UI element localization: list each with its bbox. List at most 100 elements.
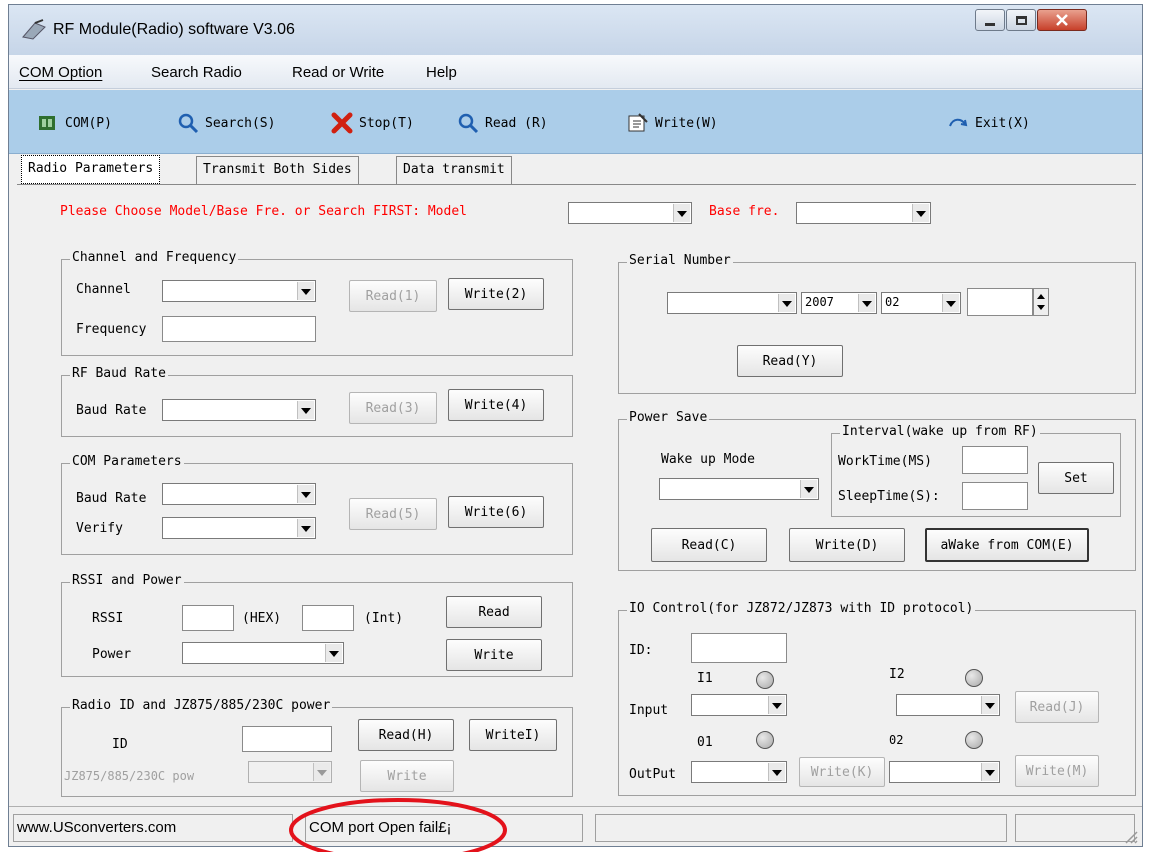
power-select[interactable] (182, 642, 344, 664)
serial-year-value: 2007 (805, 295, 834, 309)
radio-id-input[interactable] (242, 726, 332, 752)
io-read-button[interactable]: Read(J) (1015, 691, 1099, 723)
rf-baud-read-button[interactable]: Read(3) (349, 392, 437, 424)
channel-write-button[interactable]: Write(2) (448, 278, 544, 310)
o1-label: 01 (697, 735, 713, 750)
wake-mode-select[interactable] (659, 478, 819, 500)
minimize-button[interactable] (975, 9, 1005, 31)
tab-radio-parameters[interactable]: Radio Parameters (21, 155, 161, 184)
write-m-button[interactable]: Write(M) (1015, 755, 1099, 787)
tab-data-transmit[interactable]: Data transmit (396, 156, 512, 184)
input-1-select[interactable] (691, 694, 787, 716)
write-k-button[interactable]: Write(K) (799, 757, 885, 787)
rssi-int-input[interactable] (302, 605, 354, 631)
minimize-icon (985, 22, 995, 26)
serial-spinner[interactable] (1033, 288, 1049, 316)
io-id-input[interactable] (691, 633, 787, 663)
i1-label: I1 (697, 671, 713, 686)
com-read-button[interactable]: Read(5) (349, 498, 437, 530)
rf-baud-write-button[interactable]: Write(4) (448, 389, 544, 421)
chevron-down-icon (981, 763, 998, 781)
rf-baud-rate-group: RF Baud Rate Baud Rate Read(3) Write(4) (61, 366, 573, 437)
com-write-button[interactable]: Write(6) (448, 496, 544, 528)
output-2-select[interactable] (889, 761, 1000, 783)
io-control-group: IO Control(for JZ872/JZ873 with ID proto… (618, 601, 1136, 796)
radio-id-label: ID (112, 737, 128, 752)
resize-grip-icon[interactable] (1123, 829, 1139, 845)
rssi-label: RSSI (92, 611, 124, 626)
stop-button[interactable]: Stop(T) (331, 110, 414, 136)
status-pane-4 (1015, 814, 1135, 842)
chevron-down-icon (942, 294, 959, 312)
group-title: Interval(wake up from RF) (840, 424, 1040, 439)
menu-com-option[interactable]: COM Option (19, 64, 102, 81)
radio-id-write-button[interactable]: WriteI) (469, 719, 557, 751)
verify-select[interactable] (162, 517, 316, 539)
exit-button[interactable]: Exit(X) (947, 110, 1030, 136)
worktime-label: WorkTime(MS) (838, 454, 932, 469)
set-button[interactable]: Set (1038, 462, 1114, 494)
power-read-button[interactable]: Read(C) (651, 528, 767, 562)
rssi-read-button[interactable]: Read (446, 596, 542, 628)
power-write-button-2[interactable]: Write(D) (789, 528, 905, 562)
rssi-hex-input[interactable] (182, 605, 234, 631)
rssi-power-group: RSSI and Power RSSI (HEX) (Int) Power Re… (61, 573, 573, 677)
jz-power-write-button[interactable]: Write (360, 760, 454, 792)
rf-baud-select[interactable] (162, 399, 316, 421)
exit-icon (949, 118, 968, 127)
serial-number-group: Serial Number 2007 02 Read(Y) (618, 253, 1136, 394)
com-button[interactable]: COM(P) (37, 110, 112, 136)
frequency-label: Frequency (76, 322, 147, 337)
input-2-select[interactable] (896, 694, 1000, 716)
spin-arrows-icon (1037, 294, 1045, 310)
search-button-label: Search(S) (205, 115, 276, 131)
worktime-input[interactable] (962, 446, 1028, 474)
sleeptime-input[interactable] (962, 482, 1028, 510)
title-bar: RF Module(Radio) software V3.06 (9, 5, 1142, 55)
menu-read-or-write[interactable]: Read or Write (292, 64, 384, 81)
wake-from-com-button[interactable]: aWake from COM(E) (925, 528, 1089, 562)
channel-read-button[interactable]: Read(1) (349, 280, 437, 312)
serial-year-select[interactable]: 2007 (801, 292, 877, 314)
group-title: Power Save (627, 410, 710, 425)
rf-baud-label: Baud Rate (76, 403, 147, 418)
com-button-label: COM(P) (65, 115, 112, 131)
power-write-button[interactable]: Write (446, 639, 542, 671)
radio-id-read-button[interactable]: Read(H) (358, 719, 454, 751)
base-fre-select[interactable] (796, 202, 931, 224)
com-baud-select[interactable] (162, 483, 316, 505)
serial-read-button[interactable]: Read(Y) (737, 345, 843, 377)
o1-indicator (756, 731, 774, 749)
menu-bar: COM Option Search Radio Read or Write He… (9, 55, 1142, 89)
search-button[interactable]: Search(S) (177, 110, 275, 136)
status-pane-3 (595, 814, 1007, 842)
chevron-down-icon (325, 644, 342, 662)
verify-label: Verify (76, 521, 123, 536)
i1-indicator (756, 671, 774, 689)
output-1-select[interactable] (691, 761, 787, 783)
channel-select[interactable] (162, 280, 316, 302)
i2-indicator (965, 669, 983, 687)
window-title: RF Module(Radio) software V3.06 (53, 21, 295, 38)
jz-power-select[interactable] (248, 761, 332, 783)
highlight-ellipse (289, 798, 507, 852)
serial-month-select[interactable]: 02 (881, 292, 961, 314)
model-prompt: Please Choose Model/Base Fre. or Search … (60, 204, 467, 219)
maximize-button[interactable] (1006, 9, 1036, 31)
frequency-input[interactable] (162, 316, 316, 342)
serial-number-input[interactable] (967, 288, 1033, 316)
chevron-down-icon (768, 763, 785, 781)
close-button[interactable] (1037, 9, 1087, 31)
serial-prefix-select[interactable] (667, 292, 797, 314)
chevron-down-icon (981, 696, 998, 714)
model-select[interactable] (568, 202, 692, 224)
read-button[interactable]: Read (R) (457, 110, 548, 136)
sleeptime-label: SleepTime(S): (838, 489, 940, 504)
menu-search-radio[interactable]: Search Radio (151, 64, 242, 81)
channel-label: Channel (76, 282, 131, 297)
write-button[interactable]: Write(W) (627, 110, 718, 136)
write-icon (628, 113, 648, 132)
i2-label: I2 (889, 667, 905, 682)
tab-transmit-both-sides[interactable]: Transmit Both Sides (196, 156, 359, 184)
menu-help[interactable]: Help (426, 64, 457, 81)
